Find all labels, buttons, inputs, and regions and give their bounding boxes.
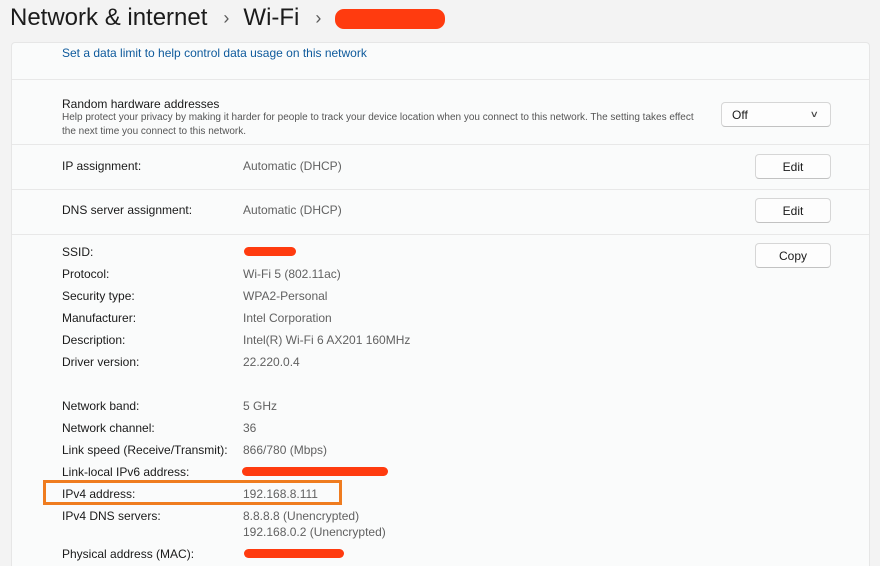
- ssid-label: SSID:: [62, 245, 94, 259]
- manufacturer-value: Intel Corporation: [243, 311, 332, 325]
- random-hw-value: Off: [732, 107, 748, 122]
- description-label: Description:: [62, 333, 126, 347]
- divider: [12, 234, 869, 235]
- copy-button[interactable]: Copy: [755, 243, 831, 268]
- ip-assignment-label: IP assignment:: [62, 159, 142, 173]
- channel-value: 36: [243, 421, 257, 435]
- driver-label: Driver version:: [62, 355, 140, 369]
- chevron-right-icon: ›: [223, 7, 230, 28]
- dns-edit-button[interactable]: Edit: [755, 198, 831, 223]
- band-label: Network band:: [62, 399, 140, 413]
- ip-assignment-value: Automatic (DHCP): [243, 159, 342, 173]
- redacted-ipv6: [242, 467, 388, 476]
- mac-label: Physical address (MAC):: [62, 547, 195, 561]
- manufacturer-label: Manufacturer:: [62, 311, 137, 325]
- ip-edit-button[interactable]: Edit: [755, 154, 831, 179]
- channel-label: Network channel:: [62, 421, 155, 435]
- link-speed-label: Link speed (Receive/Transmit):: [62, 443, 228, 457]
- ipv6-label: Link-local IPv6 address:: [62, 465, 190, 479]
- redacted-network-name: [335, 9, 446, 29]
- description-value: Intel(R) Wi-Fi 6 AX201 160MHz: [243, 333, 411, 347]
- ipv4-dns-value-1: 8.8.8.8 (Unencrypted): [243, 509, 360, 523]
- redacted-mac: [244, 549, 344, 558]
- breadcrumb: Network & internet › Wi-Fi ›: [10, 0, 446, 36]
- breadcrumb-network-internet[interactable]: Network & internet: [10, 4, 207, 32]
- chevron-down-icon: ∨: [810, 109, 820, 119]
- ipv4-label: IPv4 address:: [62, 487, 136, 501]
- redacted-ssid: [244, 247, 296, 256]
- divider: [12, 79, 869, 80]
- breadcrumb-wifi[interactable]: Wi-Fi: [243, 4, 299, 32]
- ipv4-value: 192.168.8.111: [243, 487, 318, 501]
- divider: [12, 144, 869, 145]
- dns-assignment-label: DNS server assignment:: [62, 203, 193, 217]
- protocol-value: Wi-Fi 5 (802.11ac): [243, 267, 341, 281]
- chevron-right-icon: ›: [315, 7, 322, 28]
- security-value: WPA2-Personal: [243, 289, 328, 303]
- dns-assignment-value: Automatic (DHCP): [243, 203, 342, 217]
- network-properties-panel: Set a data limit to help control data us…: [11, 42, 870, 566]
- random-hw-title: Random hardware addresses: [62, 97, 220, 111]
- band-value: 5 GHz: [243, 399, 278, 413]
- protocol-label: Protocol:: [62, 267, 110, 281]
- driver-value: 22.220.0.4: [243, 355, 300, 369]
- link-speed-value: 866/780 (Mbps): [243, 443, 328, 457]
- ipv4-dns-value-2: 192.168.0.2 (Unencrypted): [243, 525, 386, 539]
- security-label: Security type:: [62, 289, 135, 303]
- data-limit-link[interactable]: Set a data limit to help control data us…: [62, 46, 367, 60]
- random-hw-dropdown[interactable]: Off ∨: [721, 102, 831, 127]
- random-hw-description: Help protect your privacy by making it h…: [62, 112, 694, 137]
- divider: [12, 189, 869, 190]
- ipv4-dns-label: IPv4 DNS servers:: [62, 509, 161, 523]
